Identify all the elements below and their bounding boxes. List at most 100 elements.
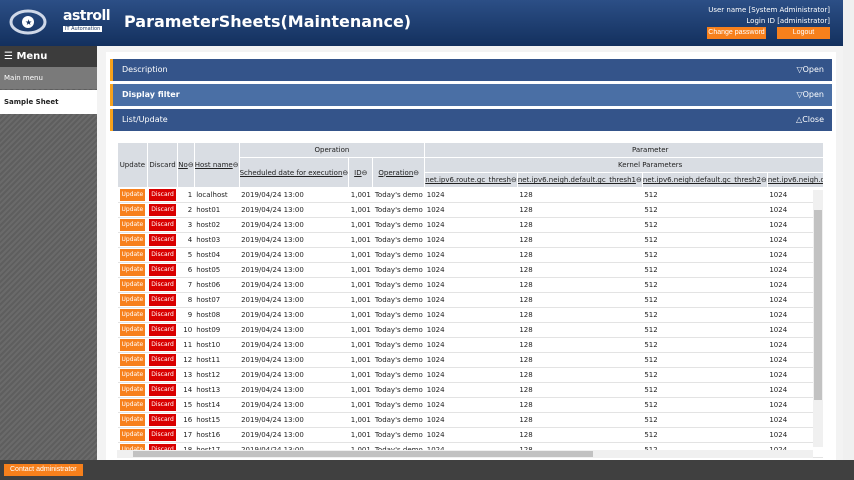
- menu-header[interactable]: ☰ Menu: [0, 46, 97, 67]
- section-toggle[interactable]: ▽Open: [796, 90, 824, 99]
- update-button[interactable]: Update: [119, 234, 146, 246]
- update-button[interactable]: Update: [119, 279, 146, 291]
- scrollbar-thumb[interactable]: [814, 210, 822, 400]
- discard-button[interactable]: Discard: [149, 429, 176, 441]
- change-password-button[interactable]: Change password: [707, 27, 766, 39]
- sidebar-item-sample-sheet[interactable]: Sample Sheet: [0, 90, 97, 114]
- page-scrollbar[interactable]: [843, 0, 854, 460]
- update-cell: Update: [117, 382, 148, 398]
- discard-button[interactable]: Discard: [149, 234, 176, 246]
- param-value-cell: 1024: [424, 202, 518, 218]
- param-value-cell: 1024: [424, 232, 518, 248]
- update-button[interactable]: Update: [119, 309, 146, 321]
- sort-icon[interactable]: ⊖: [636, 176, 641, 184]
- no-cell: 9: [177, 307, 195, 323]
- param-value-cell: 512: [642, 217, 768, 233]
- discard-button[interactable]: Discard: [149, 204, 176, 216]
- param-value-cell: 1024: [424, 397, 518, 413]
- update-button[interactable]: Update: [119, 399, 146, 411]
- update-button[interactable]: Update: [119, 294, 146, 306]
- col-param[interactable]: net.ipv6.neigh.default.gc_thresh1⊖: [516, 172, 643, 188]
- param-value-cell: 1024: [424, 277, 518, 293]
- operation-cell: Today's demo: [372, 337, 425, 353]
- host-name-cell: host05: [194, 262, 240, 278]
- col-operation[interactable]: Operation⊖: [372, 157, 426, 188]
- col-host-name[interactable]: Host name⊖: [193, 142, 240, 188]
- scheduled-date-cell: 2019/04/24 13:00: [239, 277, 349, 293]
- discard-button[interactable]: Discard: [149, 219, 176, 231]
- scheduled-date-cell: 2019/04/24 13:00: [239, 382, 349, 398]
- param-value-cell: 128: [517, 247, 643, 263]
- update-button[interactable]: Update: [119, 264, 146, 276]
- section-title: Description: [122, 65, 168, 74]
- horizontal-scrollbar[interactable]: [117, 450, 813, 458]
- update-button[interactable]: Update: [119, 354, 146, 366]
- contact-administrator-button[interactable]: Contact administrator: [4, 464, 83, 476]
- col-param[interactable]: net.ipv6.neigh.default.gc_thresh2⊖: [641, 172, 768, 188]
- discard-button[interactable]: Discard: [149, 324, 176, 336]
- vertical-scrollbar[interactable]: [813, 190, 823, 447]
- param-value-cell: 128: [517, 352, 643, 368]
- col-id[interactable]: ID⊖: [348, 157, 374, 188]
- scrollbar-thumb[interactable]: [133, 451, 593, 457]
- param-value-cell: 512: [642, 262, 768, 278]
- sort-icon[interactable]: ⊖: [511, 176, 516, 184]
- content-panel: Description ▽Open Display filter ▽Open Lis…: [106, 52, 836, 460]
- discard-button[interactable]: Discard: [149, 294, 176, 306]
- sort-icon[interactable]: ⊖: [233, 161, 238, 169]
- discard-button[interactable]: Discard: [149, 339, 176, 351]
- col-scheduled-date[interactable]: Scheduled date for execution⊖: [238, 157, 350, 188]
- section-description[interactable]: Description ▽Open: [110, 59, 832, 81]
- update-button[interactable]: Update: [119, 189, 146, 201]
- sort-icon[interactable]: ⊖: [342, 169, 347, 177]
- sort-icon[interactable]: ⊖: [761, 176, 766, 184]
- discard-button[interactable]: Discard: [149, 309, 176, 321]
- section-toggle[interactable]: △Close: [796, 115, 824, 124]
- scheduled-date-cell: 2019/04/24 13:00: [239, 337, 349, 353]
- id-cell: 1,001: [348, 277, 373, 293]
- discard-button[interactable]: Discard: [149, 264, 176, 276]
- col-no[interactable]: No⊖: [177, 142, 195, 188]
- update-button[interactable]: Update: [119, 204, 146, 216]
- col-param[interactable]: net.ipv6.neigh.default.gc_thr⊖: [766, 172, 823, 188]
- update-button[interactable]: Update: [119, 429, 146, 441]
- discard-button[interactable]: Discard: [149, 354, 176, 366]
- section-toggle[interactable]: ▽Open: [796, 65, 824, 74]
- discard-button[interactable]: Discard: [149, 279, 176, 291]
- sort-icon[interactable]: ⊖: [188, 161, 193, 169]
- update-button[interactable]: Update: [119, 249, 146, 261]
- sort-icon[interactable]: ⊖: [362, 169, 368, 177]
- discard-button[interactable]: Discard: [149, 384, 176, 396]
- operation-cell: Today's demo: [372, 217, 425, 233]
- logout-button[interactable]: Logout: [777, 27, 830, 39]
- operation-cell: Today's demo: [372, 352, 425, 368]
- update-button[interactable]: Update: [119, 384, 146, 396]
- astroll-logo-icon: ★: [9, 9, 47, 35]
- discard-button[interactable]: Discard: [149, 369, 176, 381]
- sidebar-item-main-menu[interactable]: Main menu: [0, 67, 97, 89]
- discard-cell: Discard: [147, 337, 178, 353]
- discard-button[interactable]: Discard: [149, 249, 176, 261]
- discard-button[interactable]: Discard: [149, 189, 176, 201]
- no-cell: 1: [177, 187, 195, 203]
- id-cell: 1,001: [348, 217, 373, 233]
- section-display-filter[interactable]: Display filter ▽Open: [110, 84, 832, 106]
- operation-cell: Today's demo: [372, 277, 425, 293]
- sort-icon[interactable]: ⊖: [413, 169, 419, 177]
- update-button[interactable]: Update: [119, 219, 146, 231]
- update-button[interactable]: Update: [119, 414, 146, 426]
- param-value-cell: 128: [517, 412, 643, 428]
- update-button[interactable]: Update: [119, 369, 146, 381]
- host-name-cell: host15: [194, 412, 240, 428]
- param-value-cell: 128: [517, 292, 643, 308]
- discard-button[interactable]: Discard: [149, 414, 176, 426]
- section-list-update[interactable]: List/Update △Close: [110, 109, 832, 131]
- col-param[interactable]: net.ipv6.route.gc_thresh⊖: [424, 172, 518, 188]
- update-button[interactable]: Update: [119, 339, 146, 351]
- discard-cell: Discard: [147, 427, 178, 443]
- update-button[interactable]: Update: [119, 324, 146, 336]
- param-value-cell: 1024: [424, 367, 518, 383]
- host-name-cell: host04: [194, 247, 240, 263]
- id-cell: 1,001: [348, 427, 373, 443]
- discard-button[interactable]: Discard: [149, 399, 176, 411]
